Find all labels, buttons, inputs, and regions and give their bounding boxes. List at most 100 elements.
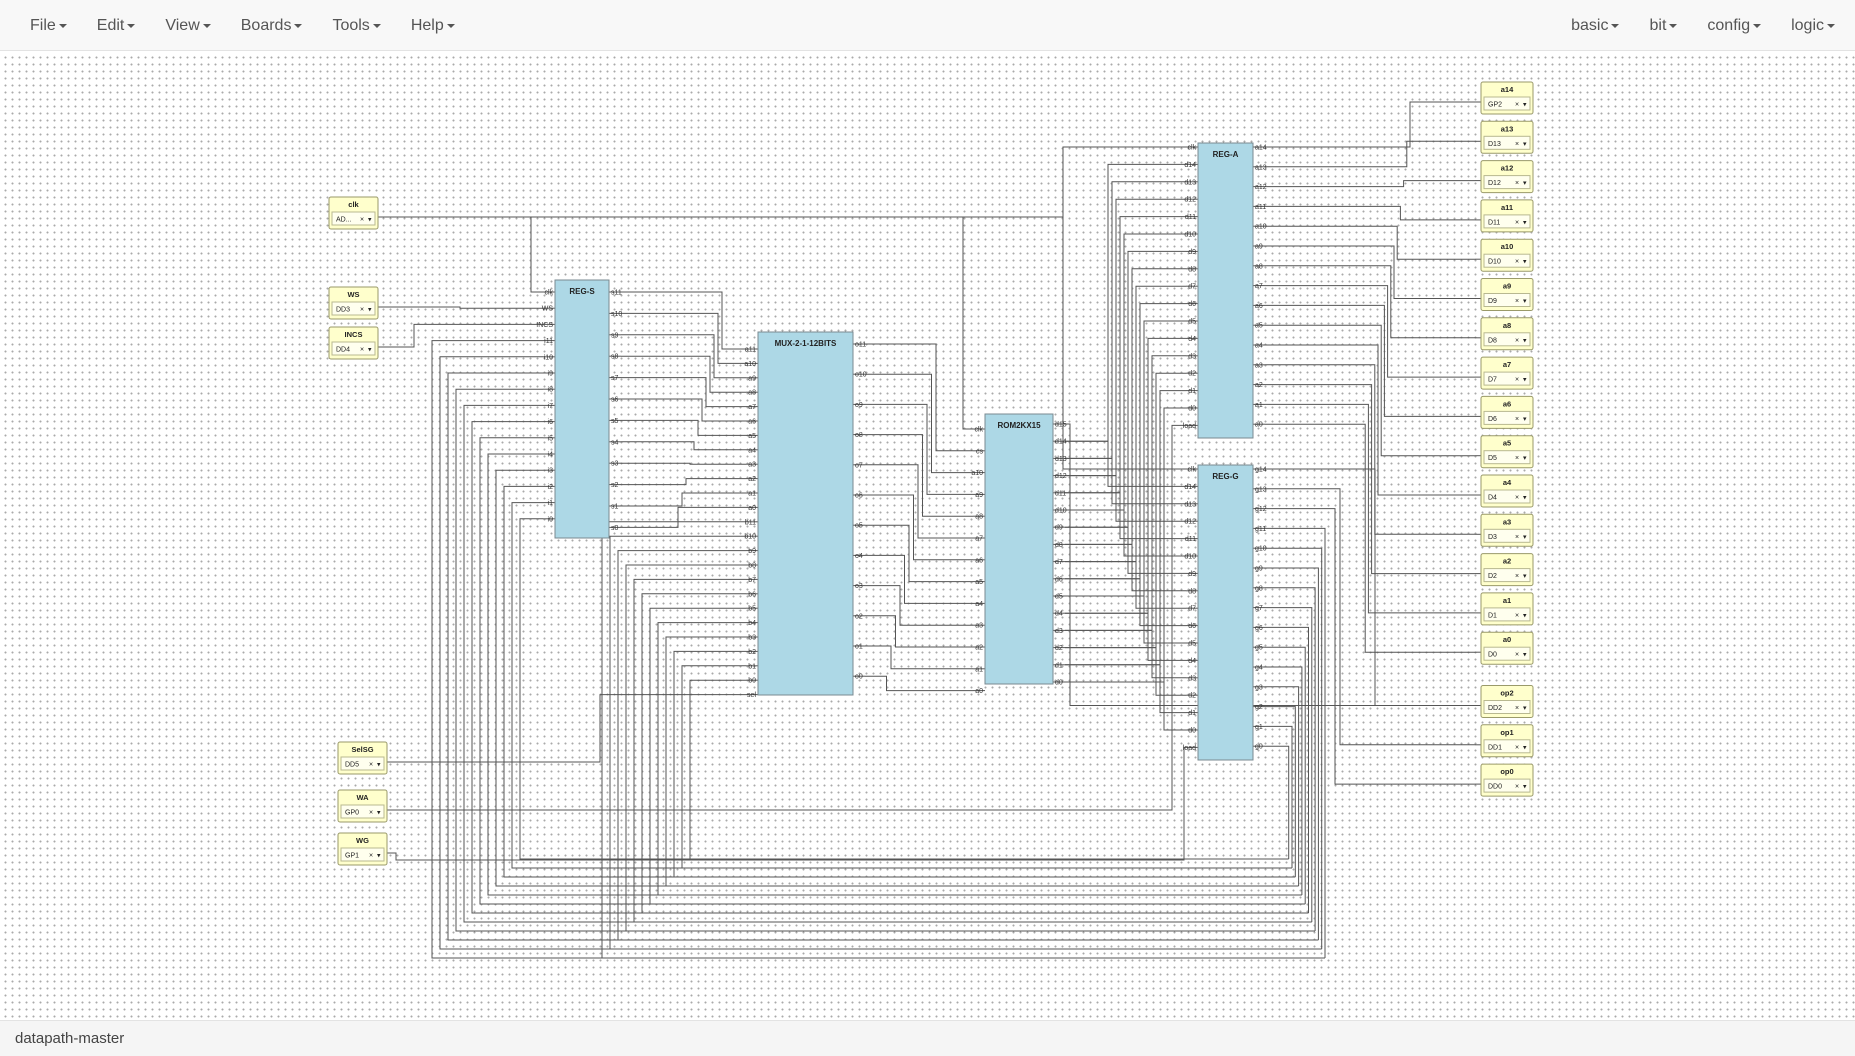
block-body[interactable] [1197, 142, 1254, 439]
output-a12[interactable]: a12D12 × ▾ [1480, 160, 1534, 194]
clear-icon[interactable]: × [1515, 298, 1519, 305]
menu-basic[interactable]: basic [1556, 0, 1634, 51]
clear-icon[interactable]: × [1515, 784, 1519, 791]
block-body[interactable] [757, 331, 854, 696]
dropdown-arrow-icon[interactable]: ▾ [377, 762, 381, 769]
clear-icon[interactable]: × [1515, 141, 1519, 148]
clear-icon[interactable]: × [1515, 455, 1519, 462]
clear-icon[interactable]: × [1515, 744, 1519, 751]
output-a4[interactable]: a4 D4 × ▾ [1480, 474, 1534, 508]
output-a8[interactable]: a8 D8 × ▾ [1480, 317, 1534, 351]
circuit-diagram[interactable]: REG-S clk WS INCS i11 i10 i9 i8 i7 i6 i5 i4 i3 i2 i1 i0… [0, 52, 1855, 1020]
clear-icon[interactable]: × [369, 810, 373, 817]
dropdown-arrow-icon[interactable]: ▾ [1523, 652, 1527, 659]
input-selsg[interactable]: SelSG DD5 × ▾ [337, 741, 388, 775]
output-op0[interactable]: op0 DD0 × ▾ [1480, 763, 1534, 797]
output-a14[interactable]: a14 GP2 × ▾ [1480, 81, 1534, 115]
input-incs[interactable]: INCS DD4 × ▾ [328, 326, 379, 360]
menu-tools[interactable]: Tools [317, 0, 395, 51]
clear-icon[interactable]: × [1515, 652, 1519, 659]
clear-icon[interactable]: × [1515, 219, 1519, 226]
clear-icon[interactable]: × [1515, 377, 1519, 384]
input-ws[interactable]: WS DD3 × ▾ [328, 286, 379, 320]
clear-icon[interactable]: × [1515, 180, 1519, 187]
output-a7[interactable]: a7 D7 × ▾ [1480, 356, 1534, 390]
clear-icon[interactable]: × [1515, 416, 1519, 423]
clear-icon[interactable]: × [360, 307, 364, 314]
dropdown-arrow-icon[interactable]: ▾ [1523, 259, 1527, 266]
clear-icon[interactable]: × [1515, 259, 1519, 266]
menu-edit[interactable]: Edit [82, 0, 151, 51]
dropdown-arrow-icon[interactable]: ▾ [1523, 784, 1527, 791]
output-a2[interactable]: a2 D2 × ▾ [1480, 553, 1534, 587]
output-op1[interactable]: op1 DD1 × ▾ [1480, 724, 1534, 758]
pin-label: s9 [611, 332, 619, 339]
dropdown-arrow-icon[interactable]: ▾ [368, 217, 372, 224]
circuit-canvas[interactable]: REG-S clk WS INCS i11 i10 i9 i8 i7 i6 i5 i4 i3 i2 i1 i0… [0, 52, 1855, 1020]
menu-view[interactable]: View [150, 0, 225, 51]
clear-icon[interactable]: × [1515, 534, 1519, 541]
dropdown-arrow-icon[interactable]: ▾ [1523, 298, 1527, 305]
clear-icon[interactable]: × [1515, 337, 1519, 344]
menu-help[interactable]: Help [396, 0, 470, 51]
menu-bit[interactable]: bit [1634, 0, 1692, 51]
pin-label: d11 [1185, 214, 1196, 221]
clear-icon[interactable]: × [369, 853, 373, 860]
dropdown-arrow-icon[interactable]: ▾ [1523, 495, 1527, 502]
output-op2[interactable]: op2 DD2 × ▾ [1480, 685, 1534, 718]
menu-boards[interactable]: Boards [226, 0, 318, 51]
dropdown-arrow-icon[interactable]: ▾ [368, 347, 372, 354]
output-a3[interactable]: a3 D3 × ▾ [1480, 513, 1534, 547]
block-body[interactable] [554, 279, 610, 539]
block-mux[interactable]: MUX-2-1-12BITS a11 a10 a9 a8 a7 a6 a5 a4 a3 a2 a1 a0… [744, 331, 867, 699]
input-clk[interactable]: clk AD... × ▾ [328, 196, 379, 230]
output-a5[interactable]: a5 D5 × ▾ [1480, 435, 1534, 469]
dropdown-arrow-icon[interactable]: ▾ [1523, 180, 1527, 187]
output-a6[interactable]: a6 D6 × ▾ [1480, 395, 1534, 429]
dropdown-arrow-icon[interactable]: ▾ [1523, 377, 1527, 384]
clear-icon[interactable]: × [1515, 102, 1519, 109]
menu-config[interactable]: config [1692, 0, 1776, 51]
dropdown-arrow-icon[interactable]: ▾ [1523, 744, 1527, 751]
clear-icon[interactable]: × [1515, 573, 1519, 580]
clear-icon[interactable]: × [1515, 495, 1519, 502]
clear-icon[interactable]: × [369, 762, 373, 769]
dropdown-arrow-icon[interactable]: ▾ [1523, 573, 1527, 580]
pin-label: i7 [548, 403, 554, 410]
dropdown-arrow-icon[interactable]: ▾ [1523, 337, 1527, 344]
input-wa[interactable]: WA GP0 × ▾ [337, 789, 388, 823]
clear-icon[interactable]: × [1515, 705, 1519, 712]
dropdown-arrow-icon[interactable]: ▾ [368, 307, 372, 314]
block-body[interactable] [984, 413, 1054, 685]
block-regg[interactable]: REG-G clk d14 d13 d12 d11 d10 d9 d8 d7 d6 d5 d4 d3 d2 d… [1183, 464, 1267, 761]
wire [1065, 509, 1186, 557]
output-a11[interactable]: a11D11 × ▾ [1480, 199, 1534, 233]
block-rega[interactable]: REG-A clk d14 d13 d12 d11 d10 d9 d8 d7 d6 d5 d4 d3 d2 d… [1183, 142, 1267, 439]
output-a9[interactable]: a9 D9 × ▾ [1480, 278, 1534, 311]
clear-icon[interactable]: × [1515, 612, 1519, 619]
clear-icon[interactable]: × [360, 217, 364, 224]
dropdown-arrow-icon[interactable]: ▾ [1523, 416, 1527, 423]
block-body[interactable] [1197, 464, 1254, 761]
dropdown-arrow-icon[interactable]: ▾ [1523, 141, 1527, 148]
input-wg[interactable]: WG GP1 × ▾ [337, 832, 388, 866]
menu-file[interactable]: File [15, 0, 82, 51]
block-rom[interactable]: ROM2KX15 clk cs a10 a9 a8 a7 a6 a5 a4 a3 a2 a1 a0 d15 d… [971, 413, 1067, 695]
output-a10[interactable]: a10 D10 × ▾ [1480, 238, 1534, 272]
pin-label: d0 [1188, 728, 1196, 735]
output-a0[interactable]: a0 D0 × ▾ [1480, 631, 1534, 665]
block-regs[interactable]: REG-S clk WS INCS i11 i10 i9 i8 i7 i6 i5 i4 i3 i2 i1 i0… [536, 279, 622, 539]
pin-label: s6 [611, 397, 619, 404]
dropdown-arrow-icon[interactable]: ▾ [377, 853, 381, 860]
dropdown-arrow-icon[interactable]: ▾ [1523, 102, 1527, 109]
dropdown-arrow-icon[interactable]: ▾ [1523, 455, 1527, 462]
output-a1[interactable]: a1 D1 × ▾ [1480, 592, 1534, 626]
menu-logic[interactable]: logic [1776, 0, 1850, 51]
dropdown-arrow-icon[interactable]: ▾ [377, 810, 381, 817]
dropdown-arrow-icon[interactable]: ▾ [1523, 705, 1527, 712]
output-a13[interactable]: a13 D13 × ▾ [1480, 120, 1534, 154]
dropdown-arrow-icon[interactable]: ▾ [1523, 534, 1527, 541]
clear-icon[interactable]: × [360, 347, 364, 354]
dropdown-arrow-icon[interactable]: ▾ [1523, 219, 1527, 226]
dropdown-arrow-icon[interactable]: ▾ [1523, 612, 1527, 619]
